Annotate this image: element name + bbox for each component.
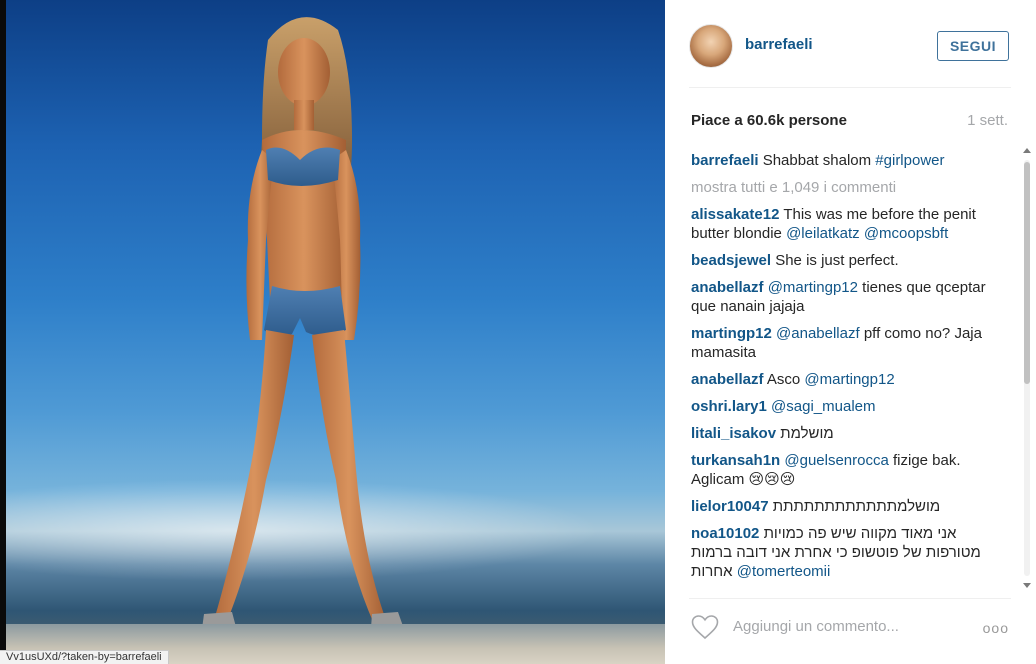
post-footer: ooo [689, 606, 1011, 650]
comment-username[interactable]: turkansah1n [691, 452, 780, 469]
comment-item: anabellazf Asco @martingp12 [691, 370, 1011, 389]
footer-divider [689, 598, 1011, 599]
instagram-post-view: barrefaeli SEGUI Piace a 60.6k persone 1… [0, 0, 1036, 664]
comment-username[interactable]: anabellazf [691, 371, 764, 388]
comment-username[interactable]: martingp12 [691, 325, 772, 342]
post-header: barrefaeli SEGUI [689, 24, 1009, 68]
comment-username[interactable]: anabellazf [691, 279, 764, 296]
comment-item: martingp12 @anabellazf pff como no? Jaja… [691, 324, 1011, 362]
comment-mention[interactable]: @sagi_mualem [771, 398, 875, 415]
more-options-icon[interactable]: ooo [983, 620, 1009, 636]
comment-username[interactable]: beadsjewel [691, 252, 771, 269]
comment-username[interactable]: lielor10047 [691, 498, 769, 515]
comment-item: noa10102 אני מאוד מקווה שיש פה כמויות מט… [691, 524, 1011, 581]
comment-item: oshri.lary1 @sagi_mualem [691, 397, 1011, 416]
post-sidebar: barrefaeli SEGUI Piace a 60.6k persone 1… [665, 0, 1036, 664]
caption-text: Shabbat shalom [758, 152, 876, 169]
header-username[interactable]: barrefaeli [745, 36, 813, 53]
window-edge [0, 0, 6, 664]
caption-hashtag[interactable]: #girlpower [875, 152, 944, 169]
post-photo[interactable] [0, 0, 665, 664]
comment-item: litali_isakov מושלמת [691, 424, 1011, 443]
browser-status-url: Vv1usUXd/?taken-by=barrefaeli [0, 650, 169, 664]
model-figure [200, 17, 410, 646]
comment-text: מושלמתתתתתתתתתתתת [768, 498, 941, 515]
scroll-thumb[interactable] [1024, 162, 1030, 384]
likes-count[interactable]: Piace a 60.6k persone [691, 112, 847, 129]
header-divider [689, 87, 1011, 88]
comment-mention[interactable]: @tomerteomii [737, 563, 831, 580]
comment-username[interactable]: oshri.lary1 [691, 398, 767, 415]
comment-mention[interactable]: @martingp12 [804, 371, 894, 388]
scroll-up-arrow-icon[interactable] [1023, 148, 1031, 153]
comment-username[interactable]: litali_isakov [691, 425, 776, 442]
comment-text: She is just perfect. [771, 252, 899, 269]
follow-button[interactable]: SEGUI [937, 31, 1009, 61]
comment-username[interactable]: alissakate12 [691, 206, 779, 223]
avatar[interactable] [689, 24, 733, 68]
comments-scrollbar[interactable] [1021, 148, 1031, 588]
comment-mention[interactable]: @anabellazf [776, 325, 860, 342]
comment-mention[interactable]: @martingp12 [768, 279, 858, 296]
comment-item: anabellazf @martingp12 tienes que qcepta… [691, 278, 1011, 316]
heart-icon[interactable] [691, 614, 719, 640]
caption: barrefaeli Shabbat shalom #girlpower [691, 151, 1011, 170]
comment-mention[interactable]: @leilatkatz @mcoopsbft [786, 225, 948, 242]
comment-text: מושלמת [776, 425, 834, 442]
comment-item: lielor10047 מושלמתתתתתתתתתתתת [691, 497, 1011, 516]
add-comment-input[interactable] [733, 618, 963, 635]
scroll-down-arrow-icon[interactable] [1023, 583, 1031, 588]
comment-item: alissakate12 This was me before the peni… [691, 205, 1011, 243]
comment-item: turkansah1n @guelsenrocca fizige bak. Ag… [691, 451, 1011, 489]
post-age[interactable]: 1 sett. [967, 112, 1008, 129]
comment-username[interactable]: noa10102 [691, 525, 759, 542]
comment-item: beadsjewel She is just perfect. [691, 251, 1011, 270]
comments-list: barrefaeli Shabbat shalom #girlpower mos… [691, 151, 1011, 591]
show-all-comments-link[interactable]: mostra tutti e 1,049 i commenti [691, 178, 1011, 197]
caption-username[interactable]: barrefaeli [691, 152, 759, 169]
comment-mention[interactable]: @guelsenrocca [784, 452, 888, 469]
comment-text: Asco [763, 371, 805, 388]
